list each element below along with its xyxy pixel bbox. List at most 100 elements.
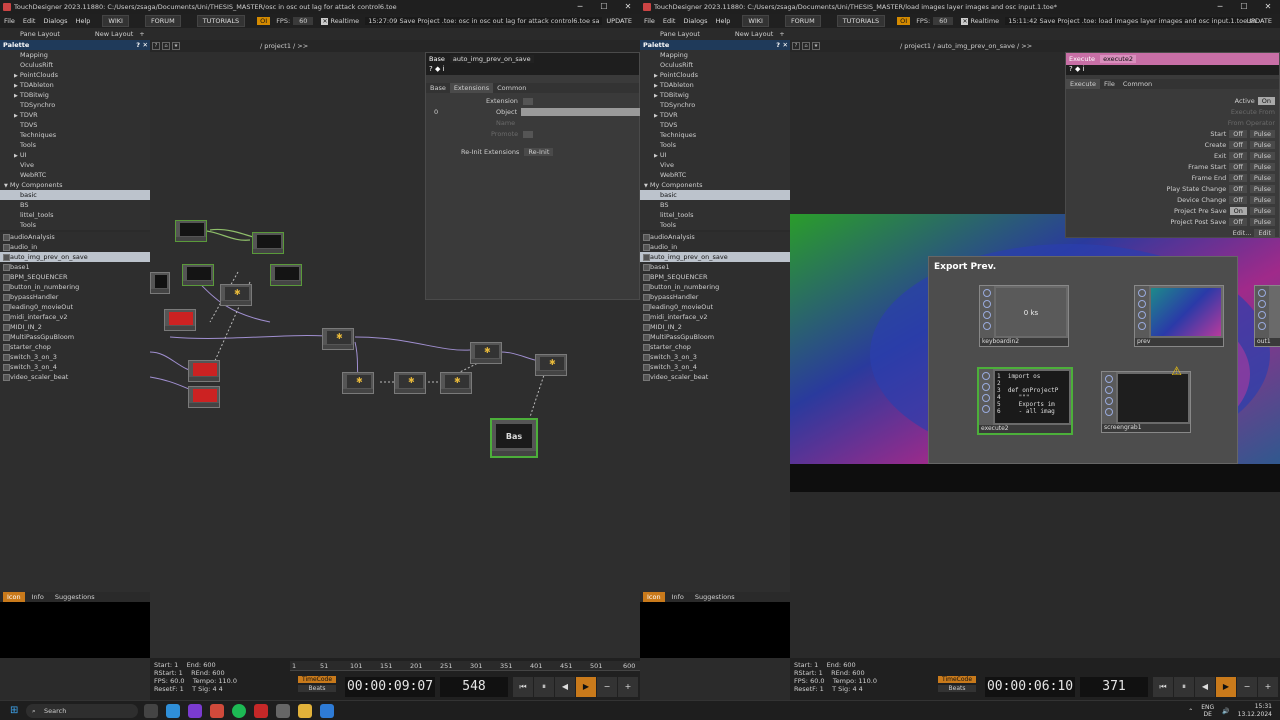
menu-edit[interactable]: Edit bbox=[19, 17, 40, 25]
component-item[interactable]: switch_3_on_3 bbox=[0, 352, 150, 362]
palette-item[interactable]: OculusRift bbox=[640, 60, 790, 70]
chop-node[interactable] bbox=[164, 309, 196, 331]
network-editor[interactable]: Bas Base auto_img_prev_on_save ? ◆ i Bas… bbox=[150, 52, 640, 658]
time-display[interactable]: 00:00:06:10 bbox=[985, 677, 1075, 697]
end-value[interactable]: 600 bbox=[843, 661, 855, 669]
info-icon[interactable]: i bbox=[1083, 65, 1085, 73]
tab-suggestions[interactable]: Suggestions bbox=[51, 592, 99, 602]
out-node[interactable]: out1 bbox=[1254, 285, 1280, 347]
rstart-value[interactable]: 1 bbox=[819, 669, 823, 677]
palette-item[interactable]: basic bbox=[0, 190, 150, 200]
component-item[interactable]: bypassHandler bbox=[0, 292, 150, 302]
palette-item[interactable]: WebRTC bbox=[0, 170, 150, 180]
time-display[interactable]: 00:00:09:07 bbox=[345, 677, 435, 697]
minus-icon[interactable]: − bbox=[597, 677, 617, 697]
resetf-value[interactable]: 1 bbox=[180, 685, 184, 693]
palette-item[interactable]: BS bbox=[640, 200, 790, 210]
play-icon[interactable]: ▶ bbox=[1216, 677, 1236, 697]
beats-toggle[interactable]: Beats bbox=[298, 685, 336, 692]
component-item[interactable]: bypassHandler bbox=[640, 292, 790, 302]
component-item[interactable]: auto_img_prev_on_save bbox=[640, 252, 790, 262]
palette-item[interactable]: Techniques bbox=[0, 130, 150, 140]
param-toggle[interactable]: Off bbox=[1229, 218, 1247, 226]
tempo-value[interactable]: 110.0 bbox=[218, 677, 237, 685]
tab-suggestions[interactable]: Suggestions bbox=[691, 592, 739, 602]
execute-node[interactable]: 1 import os 2 3 def onProjectP 4 """ 5 E… bbox=[977, 367, 1073, 435]
palette-section[interactable]: My Components bbox=[0, 180, 150, 190]
palette-item[interactable]: Mapping bbox=[0, 50, 150, 60]
comp-node[interactable] bbox=[220, 284, 252, 306]
selected-base-node[interactable]: Bas bbox=[490, 418, 538, 458]
help-icon[interactable]: ? bbox=[429, 65, 433, 73]
component-item[interactable]: switch_3_on_3 bbox=[640, 352, 790, 362]
palette-item[interactable]: Tools bbox=[640, 140, 790, 150]
pulse-button[interactable]: Pulse bbox=[1249, 130, 1275, 138]
realtime-toggle[interactable]: Realtime bbox=[321, 17, 359, 25]
component-item[interactable]: base1 bbox=[0, 262, 150, 272]
component-item[interactable]: starter_chop bbox=[0, 342, 150, 352]
pulse-button[interactable]: Pulse bbox=[1249, 185, 1275, 193]
play-icon[interactable]: ▶ bbox=[576, 677, 596, 697]
python-icon[interactable]: ◆ bbox=[435, 65, 440, 73]
pulse-button[interactable]: Pulse bbox=[1249, 174, 1275, 182]
wiki-button[interactable]: WIKI bbox=[102, 15, 129, 27]
tsig-a[interactable]: 4 bbox=[852, 685, 856, 693]
clock[interactable]: 15:31 13.12.2024 bbox=[1238, 703, 1272, 719]
palette-item[interactable]: TDBitwig bbox=[0, 90, 150, 100]
add-layout-icon[interactable]: + bbox=[139, 30, 144, 38]
palette-item[interactable]: littel_tools bbox=[640, 210, 790, 220]
component-item[interactable]: BPM_SEQUENCER bbox=[0, 272, 150, 282]
component-item[interactable]: button_in_numbering bbox=[0, 282, 150, 292]
menu-help[interactable]: Help bbox=[72, 17, 95, 25]
file-explorer-icon[interactable] bbox=[298, 704, 312, 718]
question-icon[interactable]: ? bbox=[792, 42, 800, 50]
chop-node[interactable] bbox=[188, 386, 220, 408]
comp-node[interactable] bbox=[322, 328, 354, 350]
tutorials-button[interactable]: TUTORIALS bbox=[196, 15, 246, 27]
palette-item[interactable]: TDSynchro bbox=[0, 100, 150, 110]
top-node[interactable] bbox=[270, 264, 302, 286]
palette-item[interactable]: TDVS bbox=[0, 120, 150, 130]
component-item[interactable]: MIDI_IN_2 bbox=[0, 322, 150, 332]
menu-edit[interactable]: Edit bbox=[659, 17, 680, 25]
task-view-icon[interactable] bbox=[144, 704, 158, 718]
fps-value[interactable]: 60.0 bbox=[170, 677, 184, 685]
param-toggle[interactable]: Off bbox=[1229, 152, 1247, 160]
palette-item[interactable]: Techniques bbox=[640, 130, 790, 140]
minimize-icon[interactable]: ─ bbox=[1208, 0, 1232, 14]
maximize-icon[interactable]: ☐ bbox=[592, 0, 616, 14]
rewind-icon[interactable]: ⏮ bbox=[1153, 677, 1173, 697]
chop-node[interactable] bbox=[188, 360, 220, 382]
palette-section[interactable]: My Components bbox=[640, 180, 790, 190]
tempo-value[interactable]: 110.0 bbox=[858, 677, 877, 685]
component-item[interactable]: MultiPassGpuBloom bbox=[0, 332, 150, 342]
tab-base[interactable]: Base bbox=[426, 83, 450, 93]
palette-item[interactable]: Tools bbox=[0, 140, 150, 150]
rend-value[interactable]: 600 bbox=[212, 669, 224, 677]
menu-file[interactable]: File bbox=[640, 17, 659, 25]
network-path[interactable]: / project1 / auto_img_prev_on_save / >> bbox=[900, 42, 1032, 50]
help-icon[interactable]: ? bbox=[776, 40, 780, 50]
touchdesigner-icon[interactable] bbox=[276, 704, 290, 718]
timecode-toggle[interactable]: TimeCode bbox=[938, 676, 976, 683]
home-icon[interactable]: ⌂ bbox=[802, 42, 810, 50]
component-item[interactable]: MultiPassGpuBloom bbox=[640, 332, 790, 342]
close-palette-icon[interactable]: ✕ bbox=[143, 40, 148, 50]
palette-item[interactable]: Tools bbox=[640, 220, 790, 230]
plus-icon[interactable]: + bbox=[1258, 677, 1278, 697]
tray-chevron-icon[interactable]: ⌃ bbox=[1188, 708, 1193, 715]
star-icon[interactable]: ★ bbox=[172, 42, 180, 50]
palette-item[interactable]: TDVS bbox=[640, 120, 790, 130]
palette-item[interactable]: Vive bbox=[640, 160, 790, 170]
new-layout-tab[interactable]: New Layout bbox=[95, 30, 133, 38]
param-toggle[interactable]: Off bbox=[1229, 174, 1247, 182]
param-toggle[interactable]: Off bbox=[1229, 130, 1247, 138]
frame-display[interactable]: 371 bbox=[1080, 677, 1148, 697]
start-value[interactable]: 1 bbox=[174, 661, 178, 669]
tab-common[interactable]: Common bbox=[1119, 79, 1156, 89]
extension-stepper[interactable] bbox=[523, 97, 533, 105]
palette-item[interactable]: littel_tools bbox=[0, 210, 150, 220]
palette-item[interactable]: OculusRift bbox=[0, 60, 150, 70]
pulse-button[interactable]: Pulse bbox=[1249, 141, 1275, 149]
frame-display[interactable]: 548 bbox=[440, 677, 508, 697]
